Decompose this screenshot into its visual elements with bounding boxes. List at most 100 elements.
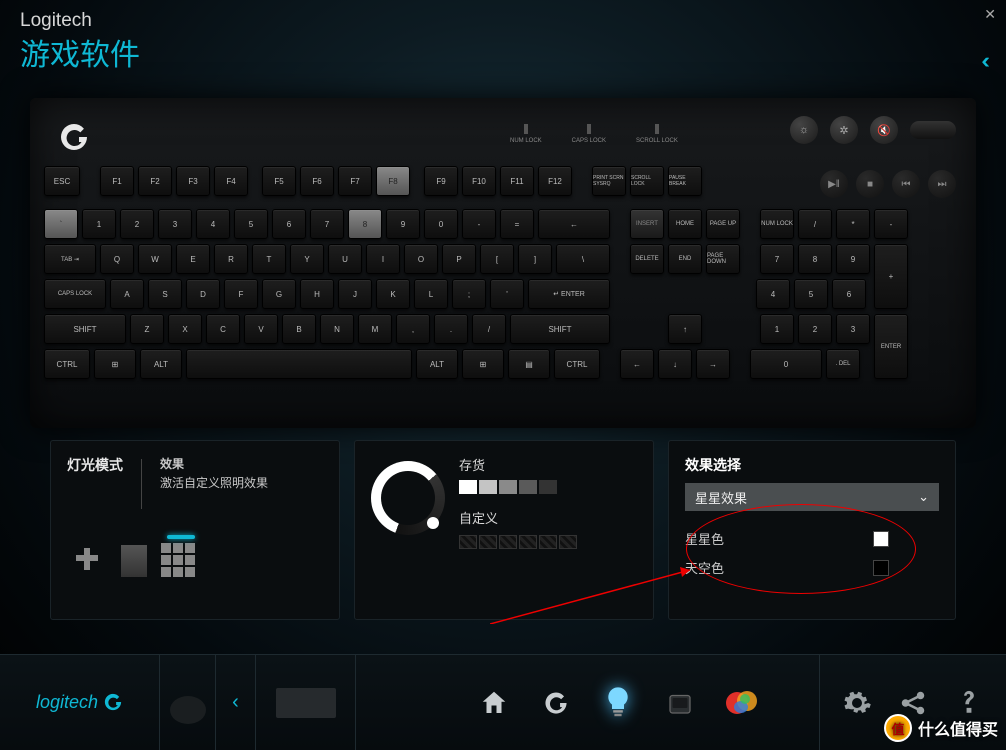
key-f4[interactable]: F4 bbox=[214, 166, 248, 196]
brightness-dial[interactable] bbox=[371, 461, 445, 535]
key-num9[interactable]: 9 bbox=[836, 244, 870, 274]
key-u[interactable]: U bbox=[328, 244, 362, 274]
settings-button[interactable] bbox=[838, 684, 876, 722]
key-numdiv[interactable]: / bbox=[798, 209, 832, 239]
lighting-nav-button[interactable] bbox=[599, 684, 637, 722]
key-q[interactable]: Q bbox=[100, 244, 134, 274]
nav-prev-button[interactable]: ‹ bbox=[218, 691, 253, 714]
key-h[interactable]: H bbox=[300, 279, 334, 309]
key-e[interactable]: E bbox=[176, 244, 210, 274]
key-r[interactable]: R bbox=[214, 244, 248, 274]
mute-button[interactable]: 🔇 bbox=[870, 116, 898, 144]
key-comma[interactable]: , bbox=[396, 314, 430, 344]
key-f10[interactable]: F10 bbox=[462, 166, 496, 196]
key-f7[interactable]: F7 bbox=[338, 166, 372, 196]
key-i[interactable]: I bbox=[366, 244, 400, 274]
key-lbracket[interactable]: [ bbox=[480, 244, 514, 274]
collapse-button[interactable]: ‹‹ bbox=[981, 48, 984, 74]
dim-button[interactable]: ☼ bbox=[790, 116, 818, 144]
mode-option-freestyle[interactable] bbox=[67, 539, 107, 579]
mode-option-effects[interactable] bbox=[161, 539, 201, 579]
custom-swatch[interactable] bbox=[459, 535, 477, 549]
key-home[interactable]: HOME bbox=[668, 209, 702, 239]
key-nav-button[interactable] bbox=[661, 684, 699, 722]
key-b[interactable]: B bbox=[282, 314, 316, 344]
key-lwin[interactable]: ⊞ bbox=[94, 349, 136, 379]
key-m[interactable]: M bbox=[358, 314, 392, 344]
key-prtsc[interactable]: PRINT SCRN SYSRQ bbox=[592, 166, 626, 196]
key-p[interactable]: P bbox=[442, 244, 476, 274]
key-w[interactable]: W bbox=[138, 244, 172, 274]
key-up[interactable]: ↑ bbox=[668, 314, 702, 344]
key-rwin[interactable]: ⊞ bbox=[462, 349, 504, 379]
key-c[interactable]: C bbox=[206, 314, 240, 344]
key-pgdn[interactable]: PAGE DOWN bbox=[706, 244, 740, 274]
key-y[interactable]: Y bbox=[290, 244, 324, 274]
key-8[interactable]: 8 bbox=[348, 209, 382, 239]
home-nav-button[interactable] bbox=[475, 684, 513, 722]
device-thumb-cell[interactable] bbox=[256, 655, 356, 750]
key-insert[interactable]: INSERT bbox=[630, 209, 664, 239]
key-lalt[interactable]: ALT bbox=[140, 349, 182, 379]
key-delete[interactable]: DELETE bbox=[630, 244, 664, 274]
key-enter[interactable]: ↵ ENTER bbox=[528, 279, 610, 309]
key-esc[interactable]: ESC bbox=[44, 166, 80, 196]
key-3[interactable]: 3 bbox=[158, 209, 192, 239]
key-num6[interactable]: 6 bbox=[832, 279, 866, 309]
key-z[interactable]: Z bbox=[130, 314, 164, 344]
key-numdel[interactable]: . DEL bbox=[826, 349, 860, 379]
key-0[interactable]: 0 bbox=[424, 209, 458, 239]
key-space[interactable] bbox=[186, 349, 412, 379]
key-a[interactable]: A bbox=[110, 279, 144, 309]
custom-swatch[interactable] bbox=[559, 535, 577, 549]
key-7[interactable]: 7 bbox=[310, 209, 344, 239]
key-num1[interactable]: 1 bbox=[760, 314, 794, 344]
key-nummul[interactable]: * bbox=[836, 209, 870, 239]
swatch-5[interactable] bbox=[539, 480, 557, 494]
key-num2[interactable]: 2 bbox=[798, 314, 832, 344]
key-t[interactable]: T bbox=[252, 244, 286, 274]
key-rctrl[interactable]: CTRL bbox=[554, 349, 600, 379]
close-button[interactable]: ✕ bbox=[984, 6, 996, 23]
key-j[interactable]: J bbox=[338, 279, 372, 309]
key-9[interactable]: 9 bbox=[386, 209, 420, 239]
star-color-swatch[interactable] bbox=[873, 531, 889, 547]
key-menu[interactable]: ▤ bbox=[508, 349, 550, 379]
key-rbracket[interactable]: ] bbox=[518, 244, 552, 274]
key-numlock[interactable]: NUM LOCK bbox=[760, 209, 794, 239]
key-x[interactable]: X bbox=[168, 314, 202, 344]
swatch-1[interactable] bbox=[459, 480, 477, 494]
key-v[interactable]: V bbox=[244, 314, 278, 344]
mode-option-zones[interactable] bbox=[121, 545, 147, 577]
key-f3[interactable]: F3 bbox=[176, 166, 210, 196]
key-num7[interactable]: 7 bbox=[760, 244, 794, 274]
key-lctrl[interactable]: CTRL bbox=[44, 349, 90, 379]
key-period[interactable]: . bbox=[434, 314, 468, 344]
key-semi[interactable]: ; bbox=[452, 279, 486, 309]
key-scrlk[interactable]: SCROLL LOCK bbox=[630, 166, 664, 196]
key-ralt[interactable]: ALT bbox=[416, 349, 458, 379]
key-d[interactable]: D bbox=[186, 279, 220, 309]
key-num5[interactable]: 5 bbox=[794, 279, 828, 309]
key-f5[interactable]: F5 bbox=[262, 166, 296, 196]
key-f8[interactable]: F8 bbox=[376, 166, 410, 196]
key-f1[interactable]: F1 bbox=[100, 166, 134, 196]
key-f11[interactable]: F11 bbox=[500, 166, 534, 196]
key-quote[interactable]: ' bbox=[490, 279, 524, 309]
key-k[interactable]: K bbox=[376, 279, 410, 309]
key-6[interactable]: 6 bbox=[272, 209, 306, 239]
mouse-icon[interactable] bbox=[165, 680, 211, 726]
key-1[interactable]: 1 bbox=[82, 209, 116, 239]
key-numsub[interactable]: - bbox=[874, 209, 908, 239]
key-equals[interactable]: = bbox=[500, 209, 534, 239]
key-l[interactable]: L bbox=[414, 279, 448, 309]
key-f2[interactable]: F2 bbox=[138, 166, 172, 196]
custom-swatch[interactable] bbox=[539, 535, 557, 549]
swatch-4[interactable] bbox=[519, 480, 537, 494]
key-num8[interactable]: 8 bbox=[798, 244, 832, 274]
key-4[interactable]: 4 bbox=[196, 209, 230, 239]
key-num4[interactable]: 4 bbox=[756, 279, 790, 309]
gkey-nav-button[interactable] bbox=[537, 684, 575, 722]
key-num3[interactable]: 3 bbox=[836, 314, 870, 344]
key-g[interactable]: G bbox=[262, 279, 296, 309]
